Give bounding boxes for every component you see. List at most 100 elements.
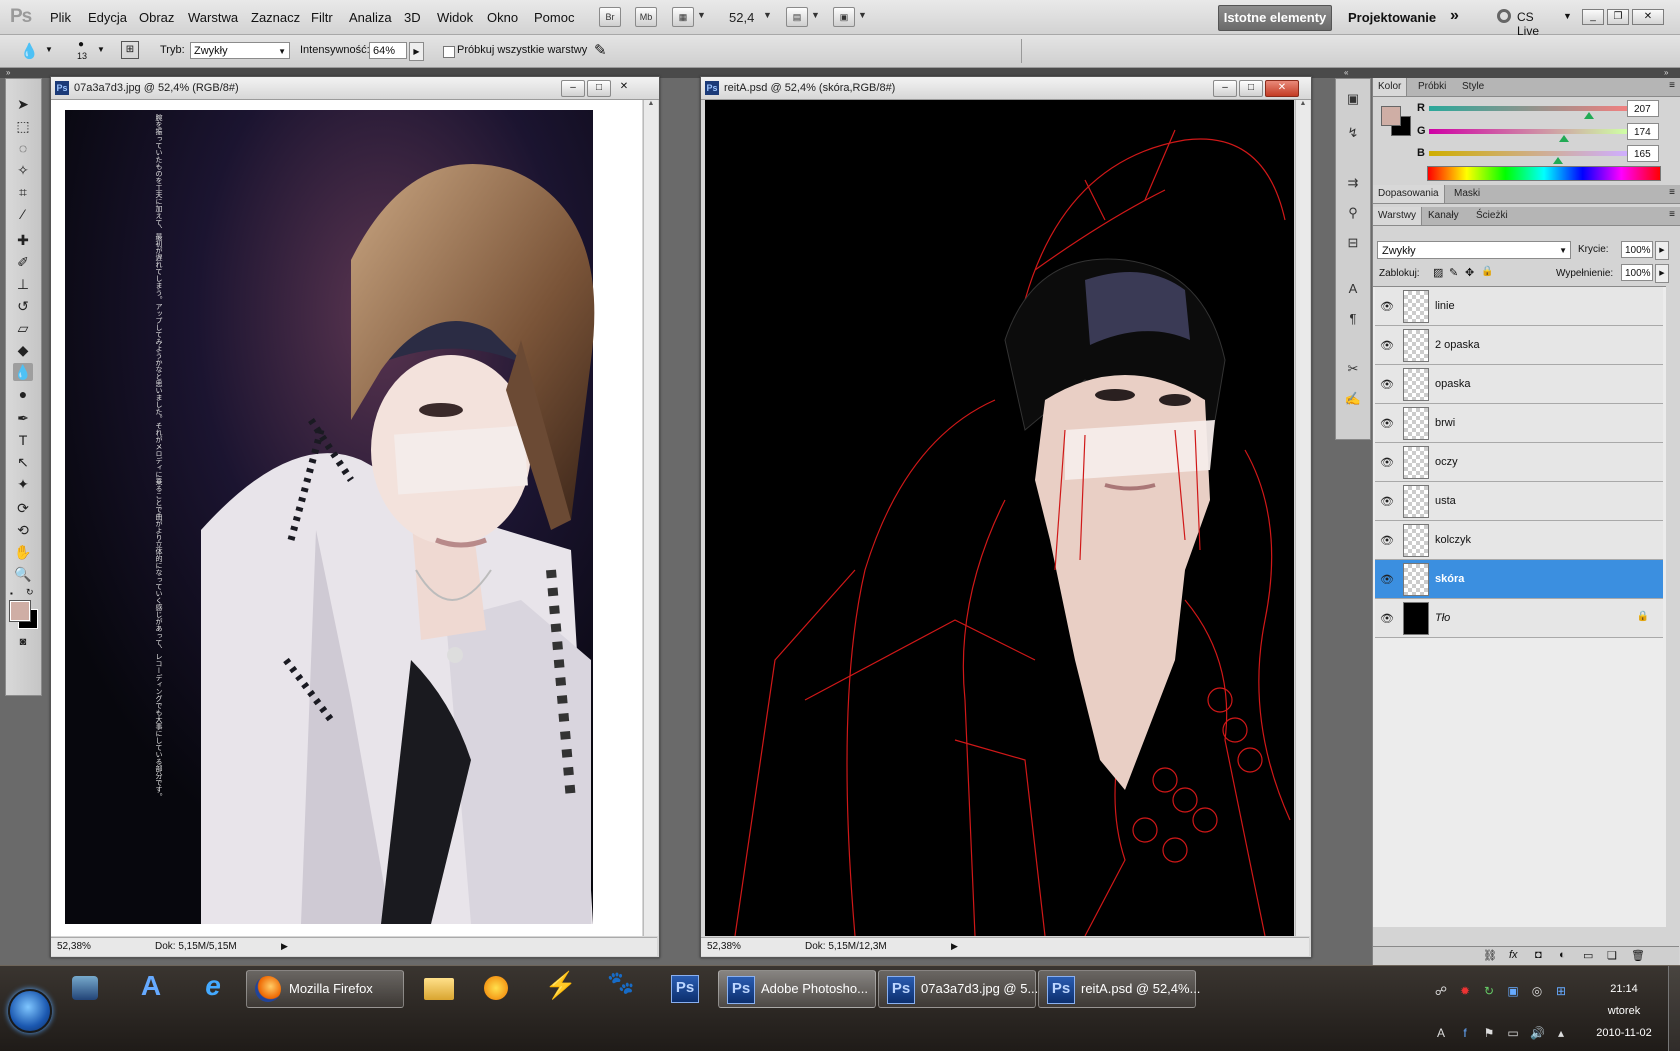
menu-3d[interactable]: 3D (404, 10, 421, 25)
sample-all-checkbox[interactable] (443, 46, 455, 58)
blur-tool-icon[interactable]: 💧 (20, 42, 39, 60)
tray-facebook-icon[interactable]: f (1458, 1026, 1472, 1040)
marquee-tool-icon[interactable]: ⬚ (13, 117, 33, 135)
clone-source-icon[interactable]: ⚲ (1343, 203, 1363, 223)
winamp-icon[interactable]: ⚡ (540, 970, 582, 1006)
taskbar-photoshop[interactable]: Ps Adobe Photosho... (718, 970, 876, 1008)
lock-transparency-icon[interactable]: ▨ (1433, 266, 1443, 279)
fx-icon[interactable]: fx (1509, 949, 1518, 961)
ie-icon[interactable]: e (192, 970, 234, 1006)
chevron-down-icon[interactable]: ▼ (811, 10, 820, 20)
close-button[interactable]: ✕ (1265, 80, 1299, 97)
tray-app-icon[interactable]: ⊞ (1554, 984, 1568, 998)
menu-edycja[interactable]: Edycja (88, 10, 127, 25)
eyedropper-tool-icon[interactable]: ⁄ (13, 205, 33, 223)
adjustment-layer-icon[interactable]: ◐ (1559, 949, 1566, 961)
foreground-color-swatch[interactable] (1381, 106, 1401, 126)
r-slider[interactable] (1429, 106, 1627, 111)
actions-icon[interactable]: ↯ (1343, 123, 1363, 143)
zoom-readout[interactable]: 52,38% (707, 941, 741, 952)
b-slider[interactable] (1429, 151, 1627, 156)
pen-tool-icon[interactable]: ✒ (13, 409, 33, 427)
document-title-bar[interactable]: Ps reitA.psd @ 52,4% (skóra,RGB/8#) – □ … (701, 77, 1311, 100)
opacity-slider-button[interactable]: ▶ (1655, 241, 1669, 260)
g-slider[interactable] (1429, 129, 1627, 134)
screen-mode-icon[interactable]: ▣ (833, 7, 855, 27)
eye-icon[interactable]: 👁 (1380, 573, 1394, 586)
tab-style[interactable]: Style (1457, 78, 1489, 96)
scroll-up-icon[interactable]: ▲ (644, 100, 658, 107)
quick-mask-icon[interactable]: ◙ (13, 633, 33, 651)
layer-row[interactable]: 👁 usta (1375, 482, 1663, 521)
collapse-icon[interactable]: » (6, 68, 10, 77)
brush-tool-icon[interactable]: ✐ (13, 253, 33, 271)
paint-bucket-tool-icon[interactable]: ◆ (13, 341, 33, 359)
tab-kolor[interactable]: Kolor (1373, 78, 1408, 96)
new-group-icon[interactable]: ▭ (1583, 949, 1593, 962)
path-selection-tool-icon[interactable]: ↖ (13, 453, 33, 471)
intensity-input[interactable]: 64% (369, 42, 407, 59)
tool-presets-icon[interactable]: ⊟ (1343, 233, 1363, 253)
fill-slider-button[interactable]: ▶ (1655, 264, 1669, 283)
workspace-design-button[interactable]: Projektowanie (1348, 10, 1436, 25)
lock-all-icon[interactable]: 🔒 (1481, 266, 1493, 277)
default-colors-icon[interactable]: ▪ (10, 589, 13, 598)
intensity-slider-button[interactable]: ▶ (409, 42, 424, 61)
r-value[interactable]: 207 (1627, 100, 1659, 117)
chevron-down-icon[interactable]: ▼ (858, 10, 867, 20)
fill-input[interactable]: 100% (1621, 264, 1653, 281)
view-extras-icon[interactable]: ▦ (672, 7, 694, 27)
chevron-down-icon[interactable]: ▼ (45, 45, 53, 54)
lock-pixels-icon[interactable]: ✎ (1449, 266, 1458, 279)
layer-row[interactable]: 👁 linie (1375, 287, 1663, 326)
chevron-down-icon[interactable]: ▼ (697, 10, 706, 20)
tray-sync-icon[interactable]: ↻ (1482, 984, 1496, 998)
maximize-button[interactable]: □ (1239, 80, 1263, 97)
layer-row-selected[interactable]: 👁 skóra (1375, 560, 1663, 599)
history-icon[interactable]: ▣ (1343, 89, 1363, 109)
menu-zaznacz[interactable]: Zaznacz (251, 10, 300, 25)
tray-antivirus-icon[interactable]: ✹ (1458, 984, 1472, 998)
clock[interactable]: 21:14 wtorek 2010-11-02 (1584, 978, 1664, 1044)
g-slider-thumb[interactable] (1558, 135, 1569, 142)
character-icon[interactable]: A (1343, 279, 1363, 299)
vertical-scrollbar[interactable]: ▲ (1295, 100, 1310, 936)
panel-menu-icon[interactable]: ≡ (1669, 209, 1675, 220)
close-button[interactable]: ✕ (613, 80, 635, 95)
zoom-readout[interactable]: 52,38% (57, 941, 91, 952)
brush-panel-icon[interactable]: ⊞ (121, 41, 139, 59)
brush-preset-icon[interactable]: ● (78, 39, 84, 50)
folder-icon[interactable] (418, 970, 460, 1006)
maximize-button[interactable]: □ (587, 80, 611, 97)
swap-colors-icon[interactable]: ↻ (26, 587, 34, 598)
brush-presets-icon[interactable]: ⇉ (1343, 173, 1363, 193)
eye-icon[interactable]: 👁 (1380, 300, 1394, 313)
bridge-button[interactable]: Br (599, 7, 621, 27)
eye-icon[interactable]: 👁 (1380, 417, 1394, 430)
tab-maski[interactable]: Maski (1449, 185, 1485, 203)
delete-layer-icon[interactable]: 🗑 (1631, 949, 1645, 962)
tools-icon[interactable]: ✂ (1343, 359, 1363, 379)
eye-icon[interactable]: 👁 (1380, 456, 1394, 469)
media-player-icon[interactable] (66, 970, 108, 1006)
status-menu-icon[interactable]: ▶ (951, 941, 958, 952)
tray-network-icon[interactable]: ☍ (1434, 984, 1448, 998)
panel-menu-icon[interactable]: ≡ (1669, 187, 1675, 198)
pressure-icon[interactable]: ✎ (594, 41, 607, 59)
layer-row[interactable]: 👁 kolczyk (1375, 521, 1663, 560)
canvas-photo[interactable]: 腕を振っていたものを工夫に加えて、最初が遅れてしまう。アップしてみようかなと思い… (51, 100, 642, 936)
layer-row[interactable]: 👁 opaska (1375, 365, 1663, 404)
menu-warstwa[interactable]: Warstwa (188, 10, 238, 25)
taskbar-doc1[interactable]: Ps 07a3a7d3.jpg @ 5... (878, 970, 1038, 1008)
zoom-level[interactable]: 52,4 (729, 10, 754, 25)
eye-icon[interactable]: 👁 (1380, 612, 1394, 625)
restore-button[interactable]: ❐ (1607, 9, 1629, 25)
mode-select[interactable]: Zwykły ▼ (190, 42, 290, 59)
eraser-tool-icon[interactable]: ▱ (13, 319, 33, 337)
scroll-up-icon[interactable]: ▲ (1296, 100, 1310, 107)
3d-orbit-tool-icon[interactable]: ⟲ (13, 521, 33, 539)
menu-pomoc[interactable]: Pomoc (534, 10, 574, 25)
menu-plik[interactable]: Plik (50, 10, 71, 25)
eye-icon[interactable]: 👁 (1380, 534, 1394, 547)
color-spectrum[interactable] (1427, 166, 1661, 181)
